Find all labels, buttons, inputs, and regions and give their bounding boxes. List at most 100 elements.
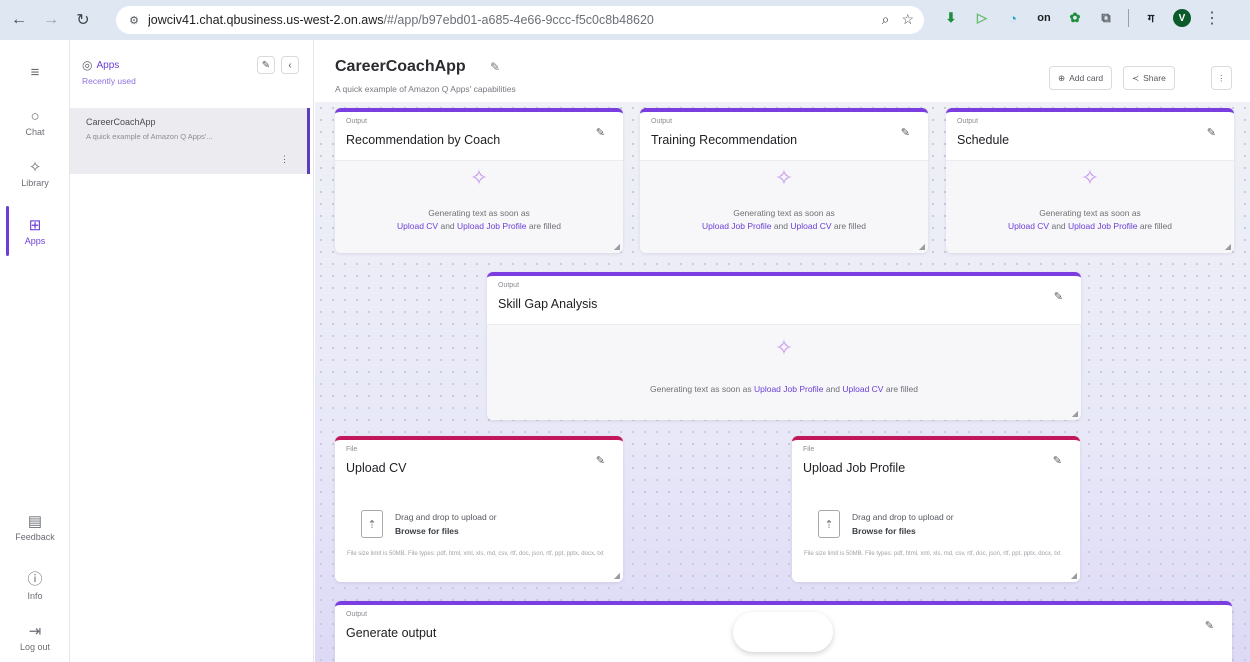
back-arrow-icon[interactable]: ← xyxy=(6,7,32,33)
bookmark-star-icon[interactable]: ☆ xyxy=(901,11,914,28)
download-extension-icon[interactable]: ⬇ xyxy=(942,9,960,27)
card-schedule[interactable]: Output Schedule ✎ ✧ Generating text as s… xyxy=(946,108,1234,253)
card-title: Upload Job Profile xyxy=(803,461,906,475)
dropzone-text: Drag and drop to upload or xyxy=(852,512,954,522)
sparkle-icon: ✧ xyxy=(774,165,794,190)
collapse-sidebar-icon[interactable]: ‹ xyxy=(281,56,299,74)
edit-card-icon[interactable]: ✎ xyxy=(1054,290,1063,303)
card-link[interactable]: Upload CV xyxy=(1008,221,1049,231)
card-link[interactable]: Upload CV xyxy=(397,221,438,231)
card-link[interactable]: Upload CV xyxy=(790,221,831,231)
sidebar-item-careercoachapp[interactable]: CareerCoachApp A quick example of Amazon… xyxy=(70,108,310,174)
edit-card-icon[interactable]: ✎ xyxy=(1207,126,1216,139)
rail-item-library[interactable]: ✧ Library xyxy=(0,158,70,188)
edit-title-icon[interactable]: ✎ xyxy=(490,60,500,74)
file-constraints-hint: File size limit is 50MB. File types: pdf… xyxy=(804,551,1061,557)
forward-arrow-icon[interactable]: → xyxy=(38,7,64,33)
more-options-button[interactable]: ⋮ xyxy=(1211,66,1232,90)
rail-item-info[interactable]: ⓘ Info xyxy=(0,568,70,601)
resize-handle-icon[interactable]: ◢ xyxy=(1225,242,1231,251)
item-options-icon[interactable]: ⋮ xyxy=(280,154,289,165)
file-dropzone[interactable]: ⇡ Drag and drop to upload or Browse for … xyxy=(792,488,1080,582)
apps-q-icon: ◎ xyxy=(82,58,93,72)
resize-handle-icon[interactable]: ◢ xyxy=(919,242,925,251)
rail-item-label: Feedback xyxy=(15,532,55,542)
rail-item-label: Apps xyxy=(24,236,46,246)
play-extension-icon[interactable]: ▷ xyxy=(973,9,991,27)
card-title: Skill Gap Analysis xyxy=(498,297,598,311)
browser-menu-icon[interactable]: ⋮ xyxy=(1204,8,1220,28)
card-skill-gap-analysis[interactable]: Output Skill Gap Analysis ✎ ✧ Generating… xyxy=(487,272,1081,420)
edit-card-icon[interactable]: ✎ xyxy=(596,454,605,467)
sidebar-item-title: CareerCoachApp xyxy=(86,117,156,127)
address-bar[interactable]: ⚙ jowciv41.chat.qbusiness.us-west-2.on.a… xyxy=(116,6,924,34)
new-app-edit-icon[interactable]: ✎ xyxy=(257,56,275,74)
card-body: ✧ Generating text as soon as Upload Job … xyxy=(640,160,928,253)
on-extension-icon[interactable]: on xyxy=(1035,9,1053,27)
dropzone-text: Drag and drop to upload or xyxy=(395,512,497,522)
url-text: jowciv41.chat.qbusiness.us-west-2.on.aws… xyxy=(148,13,654,27)
card-link[interactable]: Upload CV xyxy=(842,384,883,394)
sidebar-item-desc: A quick example of Amazon Q Apps'... xyxy=(86,132,213,141)
extensions-area: ⬇ ▷ ◔ on ✿ ⧉ ग V ⋮ xyxy=(942,8,1220,28)
library-sparkle-icon: ✧ xyxy=(28,159,42,176)
resize-handle-icon[interactable]: ◢ xyxy=(614,571,620,580)
resize-handle-icon[interactable]: ◢ xyxy=(1072,409,1078,418)
add-card-button[interactable]: ⊕ Add card xyxy=(1049,66,1113,90)
file-constraints-hint: File size limit is 50MB. File types: pdf… xyxy=(347,551,604,557)
card-training-recommendation[interactable]: Output Training Recommendation ✎ ✧ Gener… xyxy=(640,108,928,253)
profile-initials-icon[interactable]: ग xyxy=(1142,9,1160,27)
rail-item-feedback[interactable]: ▤ Feedback xyxy=(0,512,70,542)
card-link[interactable]: Upload Job Profile xyxy=(457,221,526,231)
sidebar-header: ◎ Apps xyxy=(82,58,119,72)
resize-handle-icon[interactable]: ◢ xyxy=(614,242,620,251)
sidebar-title: Apps xyxy=(96,59,120,71)
floating-action-pill[interactable] xyxy=(733,612,833,652)
more-vertical-icon: ⋮ xyxy=(1217,72,1226,83)
share-button[interactable]: ≺ Share xyxy=(1123,66,1175,90)
zoom-icon[interactable]: ⌕ xyxy=(882,11,890,28)
site-settings-icon[interactable]: ⚙ xyxy=(126,12,142,28)
rail-item-label: Library xyxy=(21,178,49,188)
card-body: ✧ Generating text as soon as Upload CV a… xyxy=(946,160,1234,253)
card-body: ✧ Generating text as soon as Upload Job … xyxy=(487,324,1081,420)
card-link[interactable]: Upload Job Profile xyxy=(702,221,771,231)
edit-card-icon[interactable]: ✎ xyxy=(596,126,605,139)
card-link[interactable]: Upload Job Profile xyxy=(754,384,823,394)
sparkle-icon: ✧ xyxy=(1080,165,1100,190)
upload-file-icon: ⇡ xyxy=(818,510,840,538)
resize-handle-icon[interactable]: ◢ xyxy=(1071,571,1077,580)
card-type-label: Output xyxy=(498,282,520,289)
rail-item-apps[interactable]: ⊞ Apps xyxy=(0,216,70,246)
app-canvas: Output Recommendation by Coach ✎ ✧ Gener… xyxy=(315,102,1250,662)
card-recommendation-by-coach[interactable]: Output Recommendation by Coach ✎ ✧ Gener… xyxy=(335,108,623,253)
card-title: Generate output xyxy=(346,626,437,640)
reload-icon[interactable]: ↻ xyxy=(70,7,96,33)
card-title: Training Recommendation xyxy=(651,133,798,147)
puzzle-extensions-icon[interactable]: ⧉ xyxy=(1097,9,1115,27)
browse-files-link[interactable]: Browse for files xyxy=(852,526,916,536)
file-dropzone[interactable]: ⇡ Drag and drop to upload or Browse for … xyxy=(335,488,623,582)
edit-card-icon[interactable]: ✎ xyxy=(1053,454,1062,467)
card-link[interactable]: Upload Job Profile xyxy=(1068,221,1137,231)
sidebar-subtitle: Recently used xyxy=(82,76,136,86)
edit-card-icon[interactable]: ✎ xyxy=(1205,619,1214,632)
rail-item-logout[interactable]: ⇥ Log out xyxy=(0,622,70,652)
profile-avatar[interactable]: V xyxy=(1173,9,1191,27)
leaf-extension-icon[interactable]: ✿ xyxy=(1066,9,1084,27)
rail-item-chat[interactable]: ○ Chat xyxy=(0,108,70,137)
apps-sidebar: ◎ Apps Recently used ✎ ‹ CareerCoachApp … xyxy=(70,40,314,662)
page-title: CareerCoachApp xyxy=(335,58,466,75)
rail-item-label: Log out xyxy=(19,642,51,652)
card-title: Schedule xyxy=(957,133,1010,147)
page-subtitle: A quick example of Amazon Q Apps' capabi… xyxy=(335,84,516,94)
menu-toggle[interactable]: ≡ xyxy=(0,64,70,83)
edit-card-icon[interactable]: ✎ xyxy=(901,126,910,139)
browse-files-link[interactable]: Browse for files xyxy=(395,526,459,536)
browser-toolbar: ← → ↻ ⚙ jowciv41.chat.qbusiness.us-west-… xyxy=(0,0,1250,40)
card-upload-cv[interactable]: File Upload CV ✎ ⇡ Drag and drop to uplo… xyxy=(335,436,623,582)
feedback-icon: ▤ xyxy=(27,513,43,530)
sync-extension-icon[interactable]: ◔ xyxy=(1004,9,1022,27)
card-upload-job-profile[interactable]: File Upload Job Profile ✎ ⇡ Drag and dro… xyxy=(792,436,1080,582)
rail-item-label: Info xyxy=(27,591,43,601)
